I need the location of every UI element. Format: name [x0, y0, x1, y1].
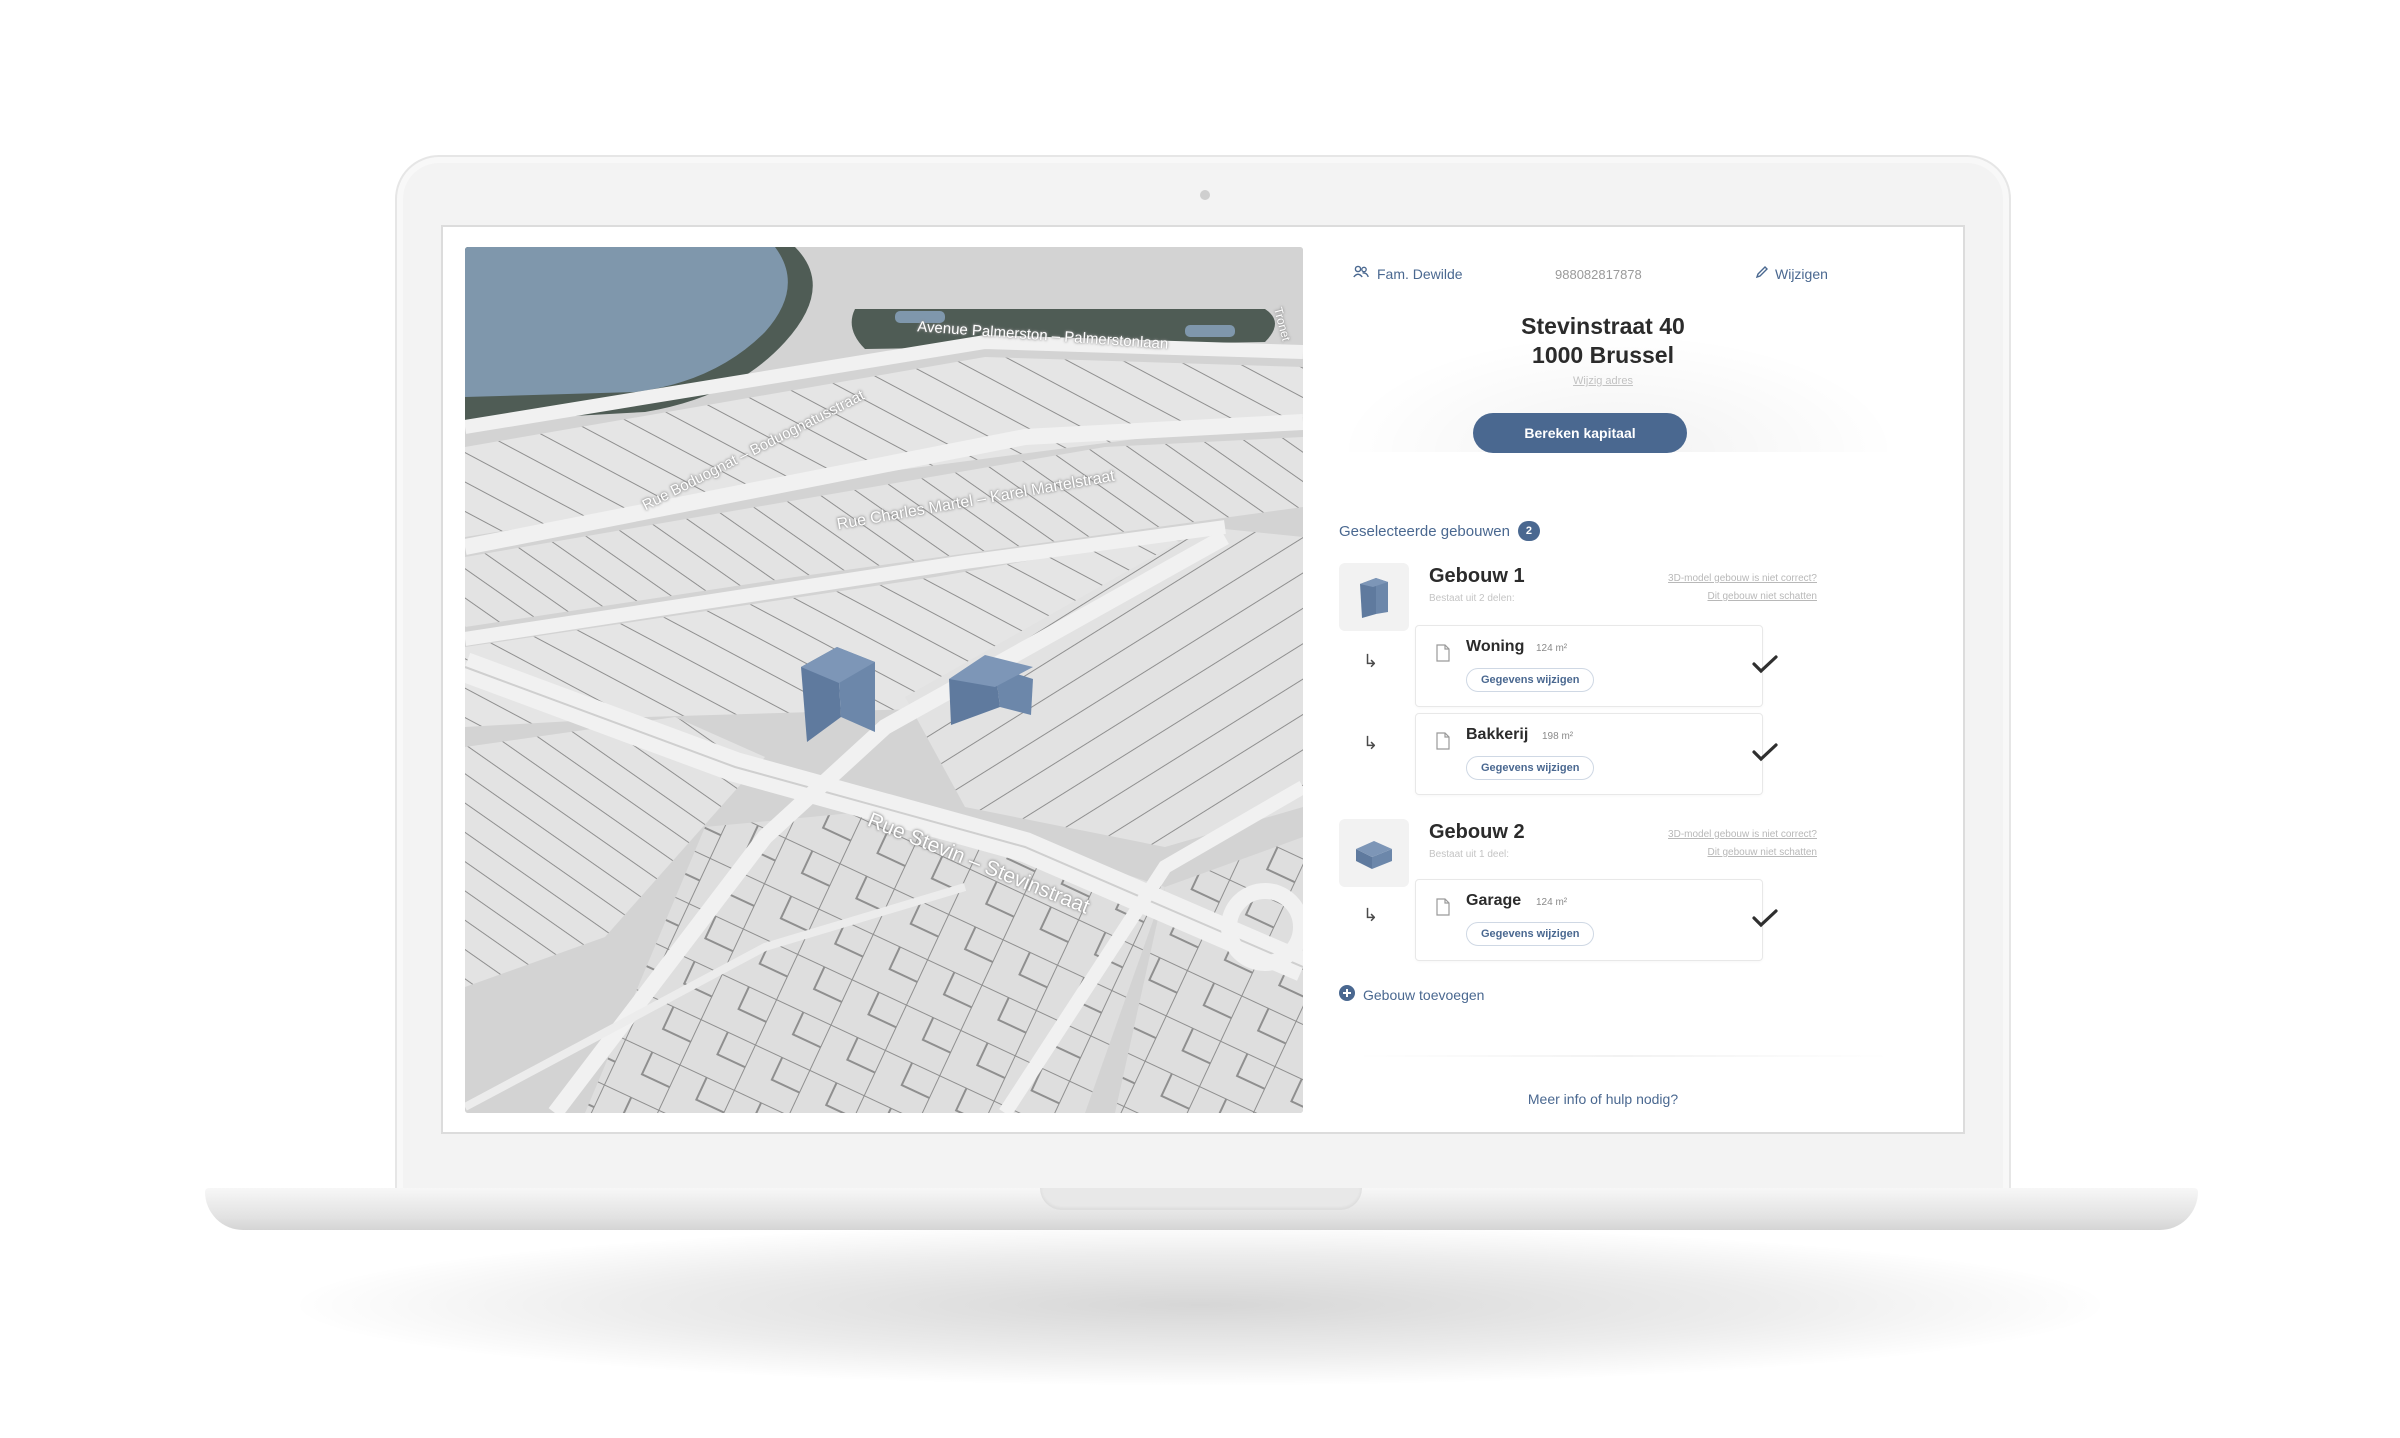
- plus-circle-icon: [1339, 985, 1355, 1004]
- part-name: Bakkerij: [1466, 726, 1529, 743]
- address-block: Stevinstraat 40 1000 Brussel: [1323, 312, 1883, 370]
- child-arrow-icon: ↳: [1363, 733, 1379, 753]
- building-1-thumbnail[interactable]: [1339, 563, 1409, 631]
- document-icon: [1436, 644, 1450, 667]
- footer-divider: [1353, 1055, 1893, 1057]
- laptop-notch: [1040, 1188, 1362, 1210]
- pencil-icon: [1755, 265, 1769, 282]
- edit-details-button[interactable]: Gegevens wijzigen: [1466, 756, 1595, 780]
- map-canvas: [465, 247, 1303, 1113]
- part-name: Woning: [1466, 638, 1525, 655]
- building-2-skip-link[interactable]: Dit gebouw niet schatten: [1597, 847, 1817, 858]
- building-1-name: Gebouw 1: [1429, 565, 1525, 587]
- checkmark-icon[interactable]: [1752, 654, 1778, 679]
- users-icon: [1353, 265, 1369, 282]
- right-panel: Fam. Dewilde 988082817878 Wijzigen Stevi…: [1313, 227, 1963, 1132]
- document-icon: [1436, 732, 1450, 755]
- laptop-shadow: [300, 1225, 2100, 1385]
- checkmark-icon[interactable]: [1752, 908, 1778, 933]
- building-2-name: Gebouw 2: [1429, 821, 1525, 843]
- checkmark-icon[interactable]: [1752, 742, 1778, 767]
- building-2-thumbnail[interactable]: [1339, 819, 1409, 887]
- selected-count-badge: 2: [1517, 521, 1540, 541]
- change-address-link[interactable]: Wijzig adres: [1323, 375, 1883, 387]
- building-2-subtitle: Bestaat uit 1 deel:: [1429, 849, 1510, 860]
- help-link[interactable]: Meer info of hulp nodig?: [1323, 1091, 1883, 1107]
- building-part-garage: Garage 124 m² Gegevens wijzigen: [1415, 879, 1778, 961]
- selected-buildings-heading: Geselecteerde gebouwen 2: [1339, 521, 1540, 541]
- building-2-model-incorrect-link[interactable]: 3D-model gebouw is niet correct?: [1597, 829, 1817, 840]
- add-building-button[interactable]: Gebouw toevoegen: [1339, 985, 1484, 1004]
- map-view[interactable]: Avenue Palmerston – Palmerstonlaan Rue B…: [465, 247, 1303, 1113]
- document-icon: [1436, 898, 1450, 921]
- part-area: 124 m²: [1536, 643, 1568, 654]
- edit-client-label: Wijzigen: [1775, 265, 1828, 282]
- address-city: 1000 Brussel: [1532, 342, 1674, 368]
- building-1-model-incorrect-link[interactable]: 3D-model gebouw is niet correct?: [1597, 573, 1817, 584]
- selected-buildings-label: Geselecteerde gebouwen: [1339, 522, 1510, 540]
- app-screen: Avenue Palmerston – Palmerstonlaan Rue B…: [441, 225, 1965, 1134]
- part-area: 124 m²: [1536, 897, 1568, 908]
- calculate-capital-button[interactable]: Bereken kapitaal: [1473, 413, 1687, 453]
- reference-number: 988082817878: [1555, 267, 1642, 282]
- edit-client-button[interactable]: Wijzigen: [1755, 265, 1828, 282]
- part-name: Garage: [1466, 892, 1522, 909]
- client-header: Fam. Dewilde 988082817878 Wijzigen: [1323, 265, 1963, 289]
- address-street: Stevinstraat 40: [1521, 313, 1685, 339]
- building-1-skip-link[interactable]: Dit gebouw niet schatten: [1597, 591, 1817, 602]
- building-part-bakkerij: Bakkerij 198 m² Gegevens wijzigen: [1415, 713, 1778, 795]
- building-1-icon: [1360, 578, 1388, 618]
- edit-details-button[interactable]: Gegevens wijzigen: [1466, 922, 1595, 946]
- client-info: Fam. Dewilde: [1353, 265, 1463, 282]
- client-name: Fam. Dewilde: [1377, 265, 1463, 282]
- child-arrow-icon: ↳: [1363, 651, 1379, 671]
- building-1-subtitle: Bestaat uit 2 delen:: [1429, 593, 1515, 604]
- webcam: [1200, 190, 1210, 200]
- part-area: 198 m²: [1542, 731, 1574, 742]
- child-arrow-icon: ↳: [1363, 905, 1379, 925]
- add-building-label: Gebouw toevoegen: [1363, 986, 1485, 1003]
- edit-details-button[interactable]: Gegevens wijzigen: [1466, 668, 1595, 692]
- building-2-icon: [1356, 841, 1392, 869]
- building-part-woning: Woning 124 m² Gegevens wijzigen: [1415, 625, 1778, 707]
